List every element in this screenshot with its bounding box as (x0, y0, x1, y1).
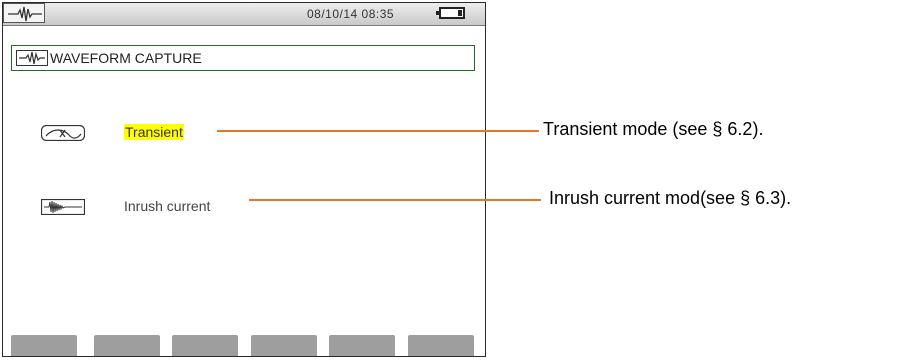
status-datetime: 08/10/14 08:35 (307, 7, 395, 21)
menu-item-transient[interactable]: Transient (124, 124, 184, 140)
inrush-icon[interactable] (41, 199, 85, 215)
callout-transient-mode: Transient mode (see § 6.2). (543, 119, 764, 139)
battery-icon (436, 7, 465, 19)
status-bar: 08/10/14 08:35 (3, 3, 485, 26)
device-screen: 08/10/14 08:35 WAVEFORM CAPTURE Transien… (2, 2, 486, 357)
callout-line-inrush (249, 199, 541, 201)
function-key-6[interactable] (408, 335, 474, 356)
waveform-icon (8, 6, 42, 22)
function-key-1[interactable] (11, 335, 77, 356)
waveform-icon (16, 50, 48, 66)
screen-title: WAVEFORM CAPTURE (11, 45, 475, 71)
callout-inrush-current-mode: Inrush current mod(see § 6.3). (549, 188, 792, 208)
menu-item-inrush-current[interactable]: Inrush current (124, 198, 210, 214)
function-key-3[interactable] (172, 335, 238, 356)
function-key-5[interactable] (329, 335, 395, 356)
function-key-4[interactable] (251, 335, 317, 356)
function-key-2[interactable] (94, 335, 160, 356)
waveform-mode-indicator (3, 3, 45, 23)
callout-line-transient (217, 130, 539, 132)
page-title: WAVEFORM CAPTURE (50, 50, 202, 66)
transient-icon[interactable] (41, 125, 85, 141)
